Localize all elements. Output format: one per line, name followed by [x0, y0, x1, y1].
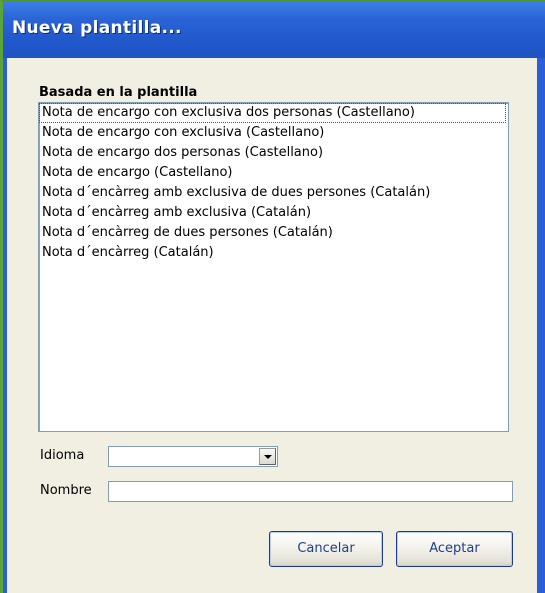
nombre-input[interactable] [108, 481, 513, 502]
template-list-item[interactable]: Nota d´encàrreg (Catalán) [39, 243, 508, 263]
dialog-window: Nueva plantilla... Basada en la plantill… [0, 0, 545, 593]
template-listbox[interactable]: Nota de encargo con exclusiva dos person… [38, 102, 509, 432]
window-title: Nueva plantilla... [12, 18, 182, 38]
idioma-dropdown-button[interactable] [259, 448, 276, 465]
chevron-down-icon [264, 455, 272, 459]
template-list-item[interactable]: Nota de encargo con exclusiva (Castellan… [39, 123, 508, 143]
accept-button[interactable]: Aceptar [396, 531, 513, 567]
template-section-label: Basada en la plantilla [39, 85, 198, 100]
idioma-label: Idioma [40, 448, 85, 463]
template-list-item[interactable]: Nota de encargo dos personas (Castellano… [39, 143, 508, 163]
title-bar[interactable]: Nueva plantilla... [3, 2, 545, 58]
dialog-body: Basada en la plantilla Nota de encargo c… [7, 58, 537, 593]
template-list-item[interactable]: Nota de encargo (Castellano) [39, 163, 508, 183]
template-list-item[interactable]: Nota d´encàrreg de dues persones (Catalá… [39, 223, 508, 243]
cancel-button[interactable]: Cancelar [269, 531, 383, 567]
template-list-item[interactable]: Nota de encargo con exclusiva dos person… [39, 103, 506, 123]
template-list-item[interactable]: Nota d´encàrreg amb exclusiva (Catalán) [39, 203, 508, 223]
nombre-label: Nombre [40, 483, 92, 498]
idioma-select[interactable] [108, 446, 278, 467]
template-list-item[interactable]: Nota d´encàrreg amb exclusiva de dues pe… [39, 183, 508, 203]
